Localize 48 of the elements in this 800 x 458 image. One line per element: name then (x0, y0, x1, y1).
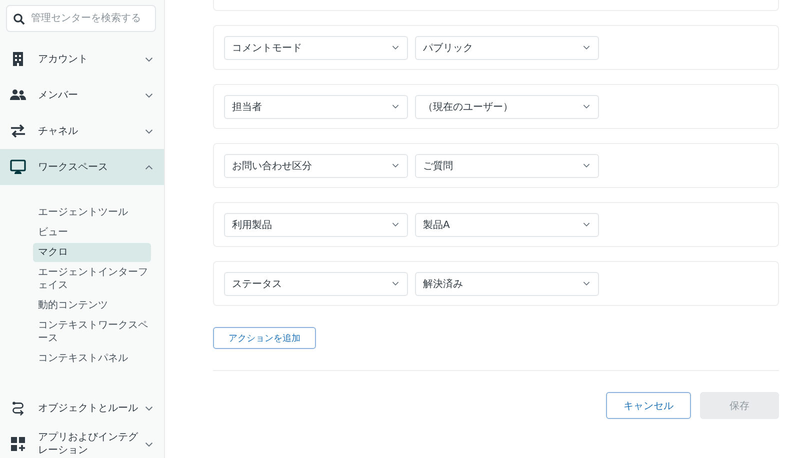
field-dropdown[interactable]: コメントモード (224, 36, 408, 60)
chevron-icon (583, 104, 590, 109)
chevron-icon (145, 442, 153, 446)
chevron-icon (583, 163, 590, 168)
people-icon (10, 87, 26, 103)
chevron-icon (392, 45, 399, 50)
nav-item[interactable]: アプリおよびインテグレーション (0, 426, 164, 458)
sub-nav-item[interactable]: 動的コンテンツ (33, 296, 151, 315)
nav-item[interactable]: オブジェクトとルール (0, 390, 164, 426)
nav-item[interactable]: アカウント (0, 41, 164, 77)
value-dropdown[interactable]: ご質問 (415, 154, 599, 178)
value-dropdown[interactable]: パブリック (415, 36, 599, 60)
cancel-button[interactable]: キャンセル (606, 392, 691, 419)
chevron-icon (145, 406, 153, 410)
chevron-icon (392, 163, 399, 168)
chevron-icon (392, 104, 399, 109)
search-field[interactable]: 管理センターを検索する (6, 5, 156, 32)
sub-nav-item[interactable]: マクロ (33, 243, 151, 262)
sub-nav-item[interactable]: エージェントインターフェイス (33, 263, 151, 295)
sub-nav-item[interactable]: エージェントツール (33, 203, 151, 222)
sub-nav-item[interactable]: ビュー (33, 223, 151, 242)
nav-item[interactable]: チャネル (0, 113, 164, 149)
monitor-icon (10, 159, 26, 175)
field-dropdown[interactable]: 利用製品 (224, 212, 408, 236)
chevron-icon (583, 281, 590, 286)
field-dropdown[interactable]: ステータス (224, 272, 408, 296)
chevron-icon (145, 128, 153, 134)
value-dropdown[interactable]: 解決済み (415, 272, 599, 296)
field-dropdown[interactable]: 担当者 (224, 94, 408, 118)
loop-arrows-icon (10, 400, 26, 416)
building-icon (10, 51, 26, 67)
chevron-icon (583, 45, 590, 50)
chevron-icon (392, 281, 399, 286)
add-action-button[interactable]: アクションを追加 (213, 327, 316, 349)
chevron-icon (145, 92, 153, 98)
nav-item[interactable]: ワークスペース (0, 149, 164, 185)
value-dropdown[interactable]: （現在のユーザー） (415, 94, 599, 118)
chevron-icon (392, 222, 399, 227)
nav-item[interactable]: メンバー (0, 77, 164, 113)
chevron-icon (145, 56, 153, 62)
sub-nav-item[interactable]: コンテキストワークスペース (33, 316, 151, 348)
chevron-icon (145, 164, 153, 170)
value-dropdown[interactable]: 製品A (415, 212, 599, 236)
grid-plus-icon (10, 436, 26, 452)
swap-arrows-icon (10, 123, 26, 139)
chevron-icon (583, 222, 590, 227)
field-dropdown[interactable]: お問い合わせ区分 (224, 154, 408, 178)
sub-nav-item[interactable]: コンテキストパネル (33, 349, 151, 368)
